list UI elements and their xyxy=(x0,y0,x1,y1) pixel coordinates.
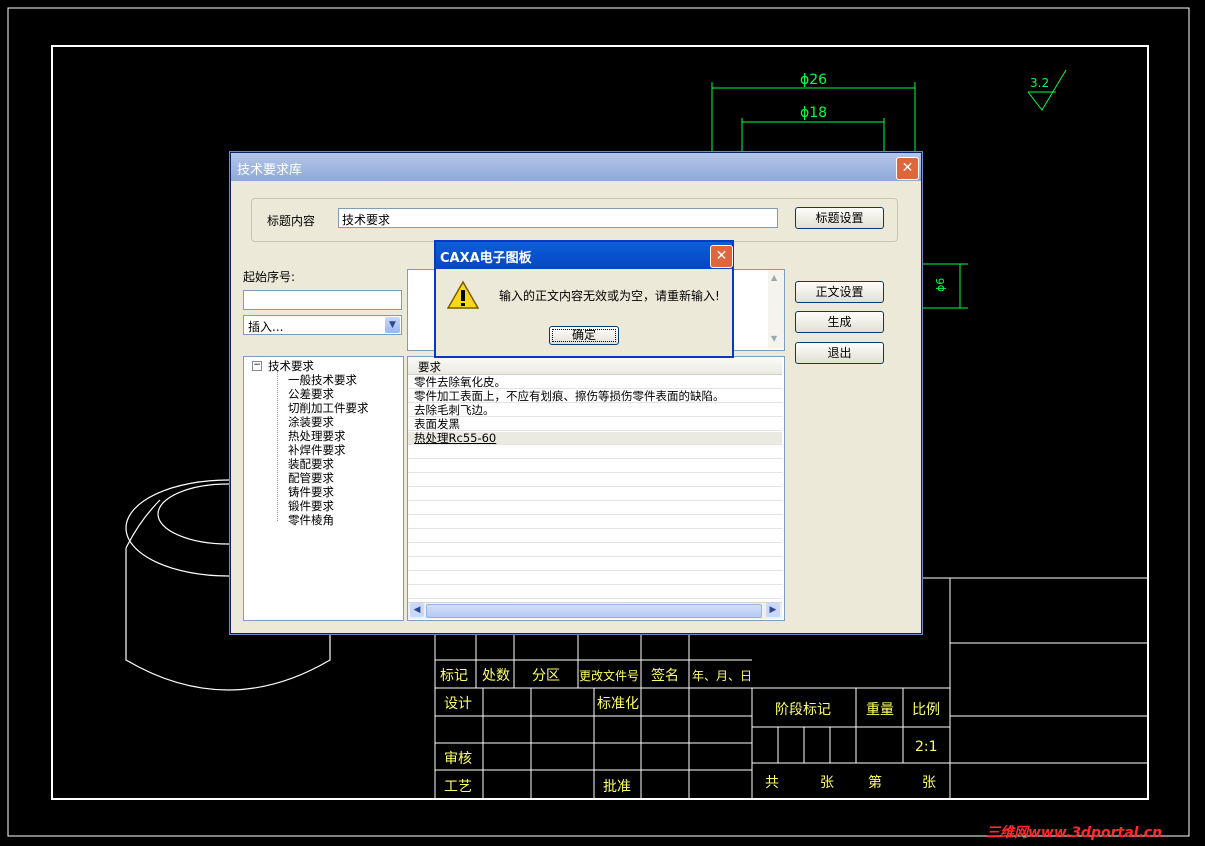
list-item-empty[interactable] xyxy=(408,558,782,571)
dialog-titlebar[interactable]: 技术要求库 ✕ xyxy=(231,153,921,181)
tb-biaozhunhua: 标准化 xyxy=(597,696,639,712)
list-item-empty[interactable] xyxy=(408,516,782,529)
list-item-empty[interactable] xyxy=(408,586,782,599)
alert-close-icon[interactable]: ✕ xyxy=(710,245,733,268)
scroll-right-icon[interactable]: ▶ xyxy=(766,603,780,617)
category-tree[interactable]: − 技术要求 一般技术要求 公差要求 切削加工件要求 涂装要求 热处理要求 补焊… xyxy=(243,356,404,621)
list-item-empty[interactable] xyxy=(408,488,782,501)
body-text-scrollbar[interactable]: ▲ ▼ xyxy=(768,270,784,348)
scroll-down-icon[interactable]: ▼ xyxy=(771,334,777,343)
ok-button[interactable]: 确定 xyxy=(549,326,619,345)
tb-zhang1: 张 xyxy=(820,775,834,791)
scroll-left-icon[interactable]: ◀ xyxy=(410,603,424,617)
exit-button[interactable]: 退出 xyxy=(795,342,884,364)
roughness-value: 3.2 xyxy=(1030,76,1049,90)
scroll-up-icon[interactable]: ▲ xyxy=(771,273,777,282)
tb-scale: 2:1 xyxy=(915,739,938,755)
tb-bili: 比例 xyxy=(912,702,940,718)
list-item-empty[interactable] xyxy=(408,446,782,459)
tb-jieduan: 阶段标记 xyxy=(775,702,831,718)
tb-gong: 共 xyxy=(765,775,779,791)
start-number-label: 起始序号: xyxy=(243,270,296,284)
title-content-label: 标题内容 xyxy=(267,214,316,228)
title-settings-button[interactable]: 标题设置 xyxy=(795,207,884,229)
list-item-empty[interactable] xyxy=(408,572,782,585)
watermark-text: 三维网www.3dportal.cn xyxy=(986,825,1163,841)
scroll-thumb[interactable] xyxy=(426,604,762,618)
insert-dropdown[interactable]: 插入... ▼ xyxy=(243,315,402,335)
error-alert-dialog: CAXA电子图板 ✕ 输入的正文内容无效或为空，请重新输入! 确定 xyxy=(434,240,734,358)
tb-zhongliang: 重量 xyxy=(866,702,894,718)
tb-pizhun: 批准 xyxy=(603,779,631,795)
tb-qianming: 签名 xyxy=(651,667,679,684)
tree-item[interactable]: 零件棱角 xyxy=(288,512,334,528)
chevron-down-icon[interactable]: ▼ xyxy=(385,317,400,333)
list-item[interactable]: 零件加工表面上，不应有划痕、擦伤等损伤零件表面的缺陷。 xyxy=(408,390,782,403)
list-item-empty[interactable] xyxy=(408,502,782,515)
tb-di: 第 xyxy=(868,774,882,791)
list-item-selected[interactable]: 热处理Rc55-60 xyxy=(408,432,782,445)
list-item[interactable]: 表面发黑 xyxy=(408,418,782,431)
list-header[interactable]: 要求 xyxy=(408,357,782,375)
tb-fenqu: 分区 xyxy=(532,668,560,684)
tb-gongyi: 工艺 xyxy=(444,779,472,795)
tb-shenhe: 审核 xyxy=(444,751,472,767)
list-item-empty[interactable] xyxy=(408,530,782,543)
list-header-label: 要求 xyxy=(418,360,441,374)
dialog-close-icon[interactable]: ✕ xyxy=(896,157,919,180)
body-settings-button[interactable]: 正文设置 xyxy=(795,281,884,303)
warning-icon xyxy=(447,280,479,309)
alert-message: 输入的正文内容无效或为空，请重新输入! xyxy=(499,289,720,303)
tree-collapse-icon[interactable]: − xyxy=(252,361,262,371)
dim-d26: ϕ26 xyxy=(800,72,827,88)
title-groupbox: 标题内容 技术要求 标题设置 xyxy=(251,198,898,242)
tb-zhang2: 张 xyxy=(922,775,936,791)
start-number-input[interactable] xyxy=(243,290,402,310)
generate-button[interactable]: 生成 xyxy=(795,311,884,333)
list-item[interactable]: 零件去除氧化皮。 xyxy=(408,376,782,389)
tree-guide-line xyxy=(277,371,278,521)
dim-side: ϕ6 xyxy=(934,278,947,292)
requirements-list[interactable]: 要求 零件去除氧化皮。 零件加工表面上，不应有划痕、擦伤等损伤零件表面的缺陷。 … xyxy=(407,356,785,621)
alert-titlebar[interactable]: CAXA电子图板 ✕ xyxy=(436,242,733,269)
list-item[interactable]: 去除毛刺飞边。 xyxy=(408,404,782,417)
title-content-input[interactable]: 技术要求 xyxy=(338,208,778,228)
list-item-empty[interactable] xyxy=(408,474,782,487)
list-horizontal-scrollbar[interactable]: ◀ ▶ xyxy=(408,602,782,619)
tb-genggai: 更改文件号 xyxy=(579,668,639,683)
dialog-title: 技术要求库 xyxy=(237,163,303,178)
tb-biaoji: 标记 xyxy=(440,668,468,684)
tb-chushu: 处数 xyxy=(482,668,510,684)
tech-requirements-dialog: 技术要求库 ✕ 标题内容 技术要求 标题设置 起始序号: 插入... ▼ ▲ ▼… xyxy=(230,152,922,634)
list-item-empty[interactable] xyxy=(408,544,782,557)
dim-d18: ϕ18 xyxy=(800,105,827,121)
tb-nianyueri: 年、月、日 xyxy=(692,669,752,683)
list-item-empty[interactable] xyxy=(408,460,782,473)
insert-dropdown-value: 插入... xyxy=(248,320,284,334)
tb-sheji: 设计 xyxy=(444,696,472,712)
alert-title: CAXA电子图板 xyxy=(440,251,532,266)
